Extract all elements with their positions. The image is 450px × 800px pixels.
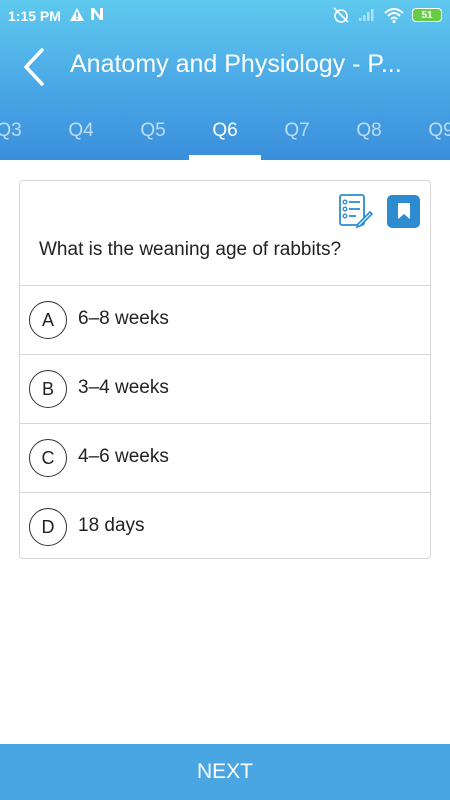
option-d[interactable]: D 18 days — [20, 492, 430, 561]
checklist-icon[interactable] — [337, 193, 373, 229]
n-icon — [91, 8, 103, 20]
question-tabs: Q3 Q4 Q5 Q6 Q7 Q8 Q9 — [0, 102, 450, 160]
status-time: 1:15 PM — [8, 8, 61, 24]
next-button[interactable]: NEXT — [0, 744, 450, 800]
option-text: 3–4 weeks — [78, 377, 169, 398]
active-tab-indicator — [189, 155, 261, 160]
option-letter: A — [29, 301, 67, 339]
page-title: Anatomy and Physiology - P... — [70, 50, 402, 78]
tab-q6[interactable]: Q6 — [189, 102, 261, 160]
option-a[interactable]: A 6–8 weeks — [20, 285, 430, 354]
option-b[interactable]: B 3–4 weeks — [20, 354, 430, 423]
back-button[interactable] — [14, 42, 54, 92]
bookmark-icon — [397, 203, 410, 219]
tab-q4[interactable]: Q4 — [45, 102, 117, 160]
alarm-off-icon — [333, 7, 349, 23]
option-text: 6–8 weeks — [78, 308, 169, 329]
tab-q7[interactable]: Q7 — [261, 102, 333, 160]
status-bar: 1:15 PM 51 — [0, 0, 450, 32]
option-text: 4–6 weeks — [78, 446, 169, 467]
option-c[interactable]: C 4–6 weeks — [20, 423, 430, 492]
signal-icon — [359, 9, 374, 21]
tab-q3[interactable]: Q3 — [0, 102, 45, 160]
tab-q8[interactable]: Q8 — [333, 102, 405, 160]
question-card: What is the weaning age of rabbits? A 6–… — [19, 180, 431, 559]
bookmark-button[interactable] — [387, 194, 420, 228]
option-letter: D — [29, 508, 67, 546]
option-letter: B — [29, 370, 67, 408]
header: 1:15 PM 51 Anatomy and Physiology - P...… — [0, 0, 450, 160]
battery-indicator: 51 — [412, 8, 442, 22]
app-bar: Anatomy and Physiology - P... — [0, 32, 450, 102]
option-text: 18 days — [78, 515, 145, 536]
question-text: What is the weaning age of rabbits? — [39, 239, 342, 260]
option-letter: C — [29, 439, 67, 477]
chevron-left-icon — [24, 48, 44, 86]
tab-q5[interactable]: Q5 — [117, 102, 189, 160]
wifi-icon — [384, 7, 404, 23]
warning-icon — [70, 7, 84, 21]
tab-q9[interactable]: Q9 — [405, 102, 450, 160]
